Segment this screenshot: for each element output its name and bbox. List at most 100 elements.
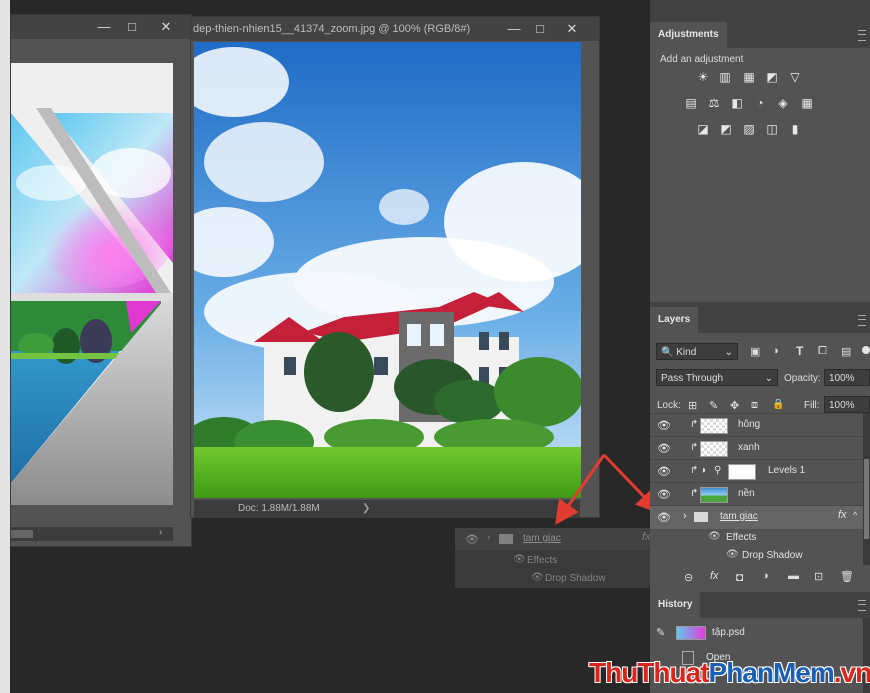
threshold-icon[interactable]: ▨: [742, 123, 756, 136]
posterize-icon[interactable]: ◩: [719, 123, 733, 136]
left-document-canvas[interactable]: [11, 63, 173, 505]
watermark-part3: .vn: [833, 657, 870, 688]
ghost-drop-shadow-label: Drop Shadow: [545, 573, 606, 584]
eye-icon[interactable]: 👁: [657, 419, 671, 432]
doc-size-readout: Doc: 1.88M/1.88M: [238, 503, 320, 514]
fx-icon[interactable]: fx: [838, 509, 847, 521]
opacity-input[interactable]: 100%: [824, 369, 870, 386]
main-document-window[interactable]: dep-thien-nhien15__41374_zoom.jpg @ 100%…: [190, 16, 600, 518]
left-window-scrollbar[interactable]: ›: [11, 527, 173, 541]
hue-saturation-icon[interactable]: ▤: [684, 97, 698, 110]
search-icon: 🔍: [661, 347, 674, 358]
layer-row-hong[interactable]: 👁 ↱ hông: [650, 413, 863, 437]
chevron-down-icon: ⌄: [764, 373, 773, 384]
layer-row-nen[interactable]: 👁 ↱ nền: [650, 482, 863, 506]
color-balance-icon[interactable]: ⚖: [707, 97, 721, 110]
tab-history[interactable]: History: [650, 592, 701, 618]
layer-row-xanh[interactable]: 👁 ↱ xanh: [650, 436, 863, 460]
layer-name: Levels 1: [768, 465, 806, 476]
curves-icon[interactable]: ▦: [742, 71, 756, 84]
shape-filter-icon[interactable]: ⧠: [818, 345, 827, 358]
layer-row-levels[interactable]: 👁 ↱ ◑ ⚲ Levels 1: [650, 459, 863, 483]
clip-arrow-icon: ↱: [690, 419, 699, 430]
fill-value: 100%: [829, 400, 855, 411]
drop-shadow-row[interactable]: 👁 Drop Shadow: [650, 547, 863, 565]
blend-mode-select[interactable]: Pass Through ⌄: [656, 369, 778, 386]
new-layer-icon[interactable]: ⊡: [814, 570, 823, 583]
trash-icon[interactable]: 🗑: [840, 570, 854, 583]
clip-arrow-icon: ↱: [690, 488, 699, 499]
layer-thumbnail: [700, 487, 728, 503]
panel-menu-icon[interactable]: [858, 315, 866, 326]
new-group-icon[interactable]: ▬: [788, 570, 799, 582]
maximize-button[interactable]: □: [525, 17, 555, 41]
watermark-part1: ThuThuat: [589, 657, 710, 688]
triangle-collage-image: [11, 63, 173, 505]
eye-icon[interactable]: 👁: [657, 465, 671, 478]
lock-artboard-icon[interactable]: ⧈: [751, 399, 758, 412]
scroll-right-icon[interactable]: ›: [159, 527, 162, 538]
black-white-icon[interactable]: ◧: [730, 97, 744, 110]
eye-icon[interactable]: 👁: [657, 488, 671, 501]
lock-position-icon[interactable]: ✥: [730, 399, 739, 412]
pixel-filter-icon[interactable]: ▣: [750, 345, 760, 358]
layer-list-scrollbar[interactable]: [863, 413, 870, 565]
history-snapshot-row[interactable]: ✎ tập.psd: [650, 622, 863, 644]
layer-filter-select[interactable]: 🔍 Kind ⌄: [656, 343, 738, 360]
main-window-titlebar[interactable]: dep-thien-nhien15__41374_zoom.jpg @ 100%…: [191, 17, 599, 41]
eye-icon[interactable]: 👁: [708, 531, 721, 542]
close-button[interactable]: ✕: [151, 15, 181, 39]
history-tab-header: History: [650, 592, 870, 618]
layer-thumbnail: [700, 441, 728, 457]
workspace-left-edge: [0, 0, 10, 693]
gradient-map-icon[interactable]: ▮: [788, 123, 802, 136]
invert-icon[interactable]: ◪: [696, 123, 710, 136]
brightness-contrast-icon[interactable]: ☀: [696, 71, 710, 84]
left-document-window[interactable]: — □ ✕ ›: [10, 14, 192, 547]
layer-list-scroll-thumb[interactable]: [864, 459, 869, 539]
lock-transparent-icon[interactable]: ⊞: [688, 399, 697, 412]
panel-menu-icon[interactable]: [858, 600, 866, 611]
add-style-icon[interactable]: fx: [710, 570, 719, 582]
layers-bottom-toolbar: ⊝ fx ◘ ◑ ▬ ⊡ 🗑: [650, 567, 870, 589]
eye-icon[interactable]: 👁: [657, 442, 671, 455]
effects-row[interactable]: 👁 Effects: [650, 529, 863, 547]
levels-adjustment-icon: ◑: [700, 465, 707, 476]
add-mask-icon[interactable]: ◘: [736, 570, 743, 584]
lock-all-icon[interactable]: 🔒: [772, 399, 784, 410]
exposure-icon[interactable]: ◩: [765, 71, 779, 84]
maximize-button[interactable]: □: [117, 15, 147, 39]
close-button[interactable]: ✕: [557, 17, 587, 41]
lock-image-icon[interactable]: ✎: [709, 399, 718, 412]
selective-color-icon[interactable]: ◫: [765, 123, 779, 136]
minimize-button[interactable]: —: [89, 15, 119, 39]
photo-filter-icon[interactable]: ◔: [753, 97, 767, 110]
new-adjustment-icon[interactable]: ◑: [762, 570, 769, 582]
smart-object-filter-icon[interactable]: ▤: [841, 345, 851, 358]
color-lookup-icon[interactable]: ▦: [800, 97, 814, 110]
document-canvas[interactable]: [194, 42, 581, 498]
levels-icon[interactable]: ▥: [718, 71, 732, 84]
left-window-scroll-thumb[interactable]: [11, 530, 33, 538]
eye-icon[interactable]: 👁: [657, 511, 671, 524]
channel-mixer-icon[interactable]: ◈: [776, 97, 790, 110]
layer-mask-thumbnail: [728, 464, 756, 480]
tab-adjustments[interactable]: Adjustments: [650, 22, 727, 48]
effects-label: Effects: [726, 532, 757, 543]
vibrance-icon[interactable]: ▽: [788, 71, 802, 84]
chevron-right-icon[interactable]: ›: [683, 510, 687, 522]
link-layers-icon[interactable]: ⊝: [684, 571, 693, 584]
eye-icon[interactable]: 👁: [726, 549, 739, 560]
panel-menu-icon[interactable]: [858, 30, 866, 41]
right-panel-dock: Adjustments Add an adjustment ☀ ▥ ▦ ◩ ▽ …: [650, 0, 870, 693]
fill-input[interactable]: 100%: [824, 396, 870, 413]
history-brush-icon: ✎: [656, 627, 666, 639]
tab-layers[interactable]: Layers: [650, 307, 699, 333]
left-window-titlebar[interactable]: — □ ✕: [11, 15, 191, 39]
chevron-up-icon[interactable]: ^: [853, 510, 857, 520]
type-filter-icon[interactable]: T: [796, 344, 803, 358]
adjustment-filter-icon[interactable]: ◑: [772, 345, 779, 357]
status-arrow-icon[interactable]: ❯: [362, 500, 370, 518]
layer-row-tam-giac[interactable]: 👁 › tam giac fx ^: [650, 505, 863, 529]
filter-toggle-icon[interactable]: [862, 346, 870, 354]
